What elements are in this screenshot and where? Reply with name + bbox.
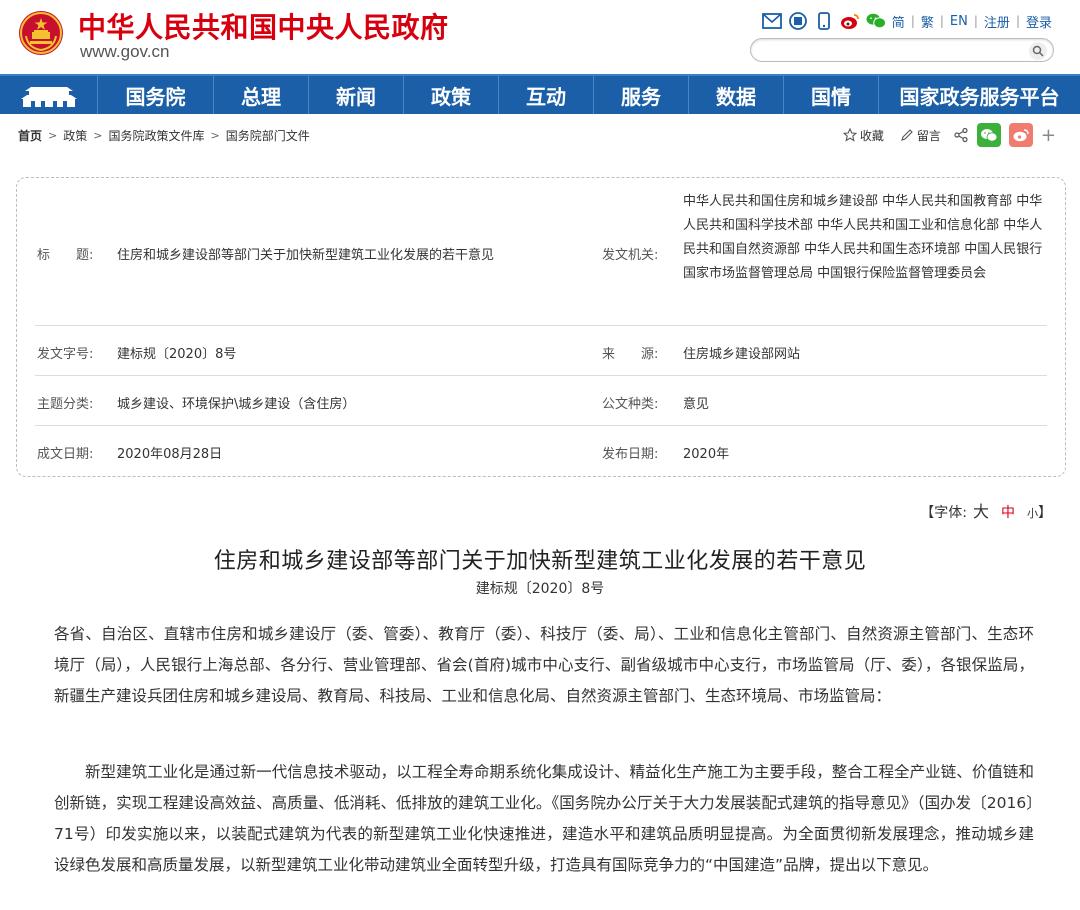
weibo-icon[interactable] [840,11,860,31]
docno-value: 建标规〔2020〕8号 [117,347,237,362]
favorite-button[interactable]: 收藏 [842,127,884,144]
more-share-button[interactable]: + [1041,125,1056,146]
mail-icon[interactable] [761,11,782,31]
top-toolbar: 简 | 繁 | EN | 注册 | 登录 [761,10,1052,32]
font-size-switcher: 【字体: 大 中 小 】 [920,498,1052,522]
comment-button[interactable]: 留言 [900,127,941,144]
type-label: 公文种类: [602,397,659,412]
wechat-share-button[interactable] [976,123,1001,147]
site-domain[interactable]: www.gov.cn [80,42,169,62]
simplified-link[interactable]: 简 [892,12,905,31]
info-row-subject: 主题分类: 城乡建设、环境保护\城乡建设（含住房） 公文种类: 意见 [35,376,1047,426]
nav-item-policy[interactable]: 政策 [404,76,499,114]
wechat-icon[interactable] [866,11,886,31]
share-button[interactable] [953,127,969,143]
search-icon [1032,45,1044,57]
nav-item-premier[interactable]: 总理 [214,76,309,114]
national-emblem-icon[interactable] [18,10,64,56]
font-size-suffix: 】 [1038,505,1052,521]
pencil-icon [901,129,913,141]
register-link[interactable]: 注册 [984,12,1010,31]
site-title[interactable]: 中华人民共和国中央人民政府 [78,6,449,46]
article-paragraph: 新型建筑工业化是通过新一代信息技术驱动，以工程全寿命期系统化集成设计、精益化生产… [54,763,1034,874]
subject-label: 主题分类: [37,397,94,412]
font-size-large-button[interactable]: 大 [973,498,989,522]
main-nav: 国务院 总理 新闻 政策 互动 服务 数据 国情 国家政务服务平台 [0,74,1080,114]
title-label: 标 题: [37,248,94,263]
written-date-label: 成文日期: [37,447,94,462]
breadcrumb-policy-library[interactable]: 国务院政策文件库 [108,127,204,144]
separator: | [973,14,978,28]
published-date-label: 发布日期: [602,447,659,462]
nav-item-data[interactable]: 数据 [689,76,784,114]
comment-label: 留言 [916,128,941,143]
app-icon[interactable] [788,11,808,31]
issuer-value: 中华人民共和国住房和城乡建设部 中华人民共和国教育部 中华人民共和国科学技术部 … [683,194,1043,281]
weibo-share-button[interactable] [1008,123,1033,147]
font-size-small-button[interactable]: 小 [1027,505,1038,521]
article-title: 住房和城乡建设部等部门关于加快新型建筑工业化发展的若干意见 [213,549,867,574]
traditional-link[interactable]: 繁 [921,12,934,31]
font-size-prefix: 【字体: [920,505,967,521]
breadcrumb-department-docs[interactable]: 国务院部门文件 [226,127,310,144]
nav-item-services[interactable]: 服务 [594,76,689,114]
chevron-right-icon: > [210,128,220,142]
title-value: 住房和城乡建设部等部门关于加快新型建筑工业化发展的若干意见 [117,248,495,263]
subject-value: 城乡建设、环境保护\城乡建设（含住房） [117,397,356,412]
issuer-label: 发文机关: [602,248,659,263]
tiananmen-icon[interactable] [0,76,98,114]
chevron-right-icon: > [48,128,58,142]
docno-label: 发文字号: [37,347,94,362]
font-size-medium-button[interactable]: 中 [1001,502,1015,522]
published-date-value: 2020年 [683,447,730,462]
info-row-title: 标 题: 住房和城乡建设部等部门关于加快新型建筑工业化发展的若干意见 发文机关:… [35,178,1047,326]
share-bar: 收藏 留言 + [842,122,1056,148]
separator: | [910,14,915,28]
login-link[interactable]: 登录 [1026,12,1052,31]
nav-item-state-council[interactable]: 国务院 [98,76,214,114]
search-box [750,38,1054,62]
nav-item-news[interactable]: 新闻 [309,76,404,114]
document-info-table: 标 题: 住房和城乡建设部等部门关于加快新型建筑工业化发展的若干意见 发文机关:… [16,177,1066,477]
mobile-icon[interactable] [814,11,834,31]
separator: | [939,14,944,28]
site-header: 中华人民共和国中央人民政府 www.gov.cn 简 | 繁 | EN | 注册… [0,0,1080,74]
nav-item-national-info[interactable]: 国情 [784,76,879,114]
breadcrumb-policy[interactable]: 政策 [63,127,87,144]
source-value: 住房城乡建设部网站 [683,347,801,362]
weibo-icon [1013,129,1029,142]
search-button[interactable] [1029,42,1047,60]
article-addressee: 各省、自治区、直辖市住房和城乡建设厅（委、管委）、教育厅（委）、科技厅（委、局）… [54,625,1034,705]
written-date-value: 2020年08月28日 [117,447,223,462]
star-icon [842,128,857,142]
source-label: 来 源: [602,347,659,362]
nav-item-service-platform[interactable]: 国家政务服务平台 [879,76,1080,114]
breadcrumb: 首页 > 政策 > 国务院政策文件库 > 国务院部门文件 [18,126,310,144]
search-input[interactable] [761,41,1021,59]
chevron-right-icon: > [93,128,103,142]
english-link[interactable]: EN [950,14,968,29]
separator: | [1015,14,1020,28]
type-value: 意见 [683,397,710,412]
wechat-icon [980,129,998,142]
article-doc-number: 建标规〔2020〕8号 [475,581,605,597]
breadcrumb-home[interactable]: 首页 [18,127,42,144]
info-row-docno: 发文字号: 建标规〔2020〕8号 来 源: 住房城乡建设部网站 [35,326,1047,376]
info-row-dates: 成文日期: 2020年08月28日 发布日期: 2020年 [35,426,1047,476]
favorite-label: 收藏 [859,128,884,143]
share-icon [954,127,968,143]
nav-item-interaction[interactable]: 互动 [499,76,594,114]
